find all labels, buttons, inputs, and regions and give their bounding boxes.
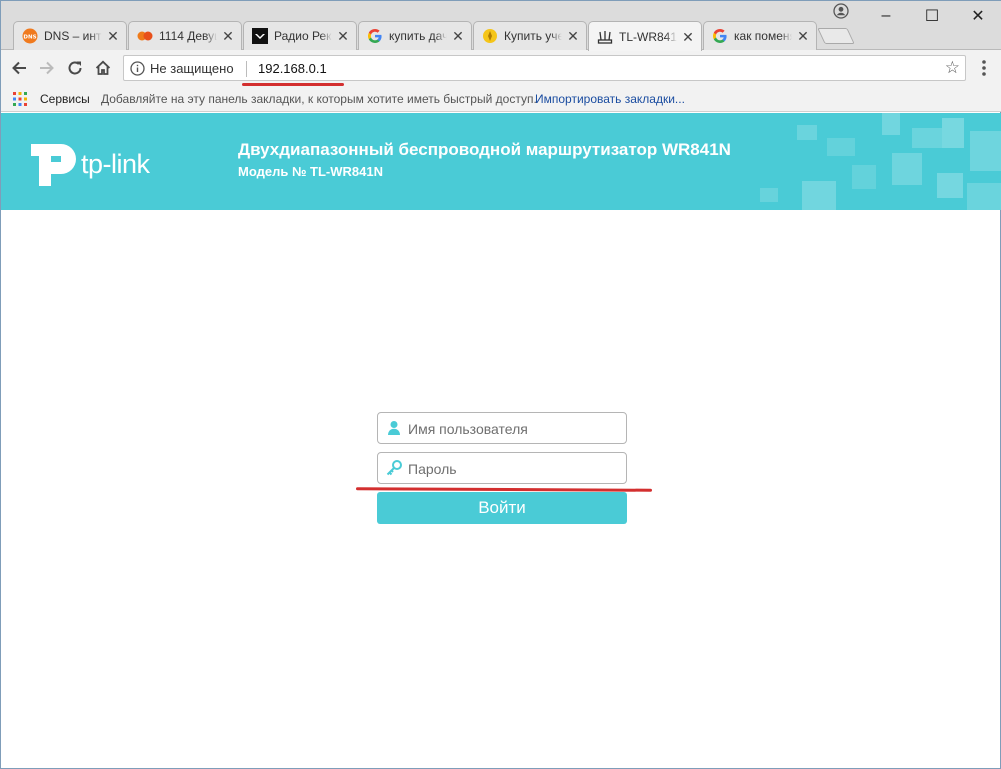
import-bookmarks-link[interactable]: Импортировать закладки... — [535, 92, 685, 106]
router-favicon-icon — [597, 29, 613, 45]
radio-favicon-icon — [252, 28, 268, 44]
apps-label[interactable]: Сервисы — [40, 92, 90, 106]
reload-icon[interactable] — [64, 57, 86, 79]
tab-title: TL-WR841N — [619, 29, 677, 44]
brand-name: tp-link — [81, 149, 150, 179]
minimize-button[interactable]: – — [863, 1, 909, 31]
user-profile-icon[interactable] — [833, 3, 849, 19]
username-input[interactable] — [408, 419, 618, 439]
back-icon[interactable] — [8, 57, 30, 79]
maximize-button[interactable]: ☐ — [909, 1, 955, 31]
browser-menu-icon[interactable] — [977, 58, 991, 78]
address-bar[interactable]: Не защищено 192.168.0.1 ☆ — [123, 55, 966, 81]
apps-grid-icon[interactable] — [13, 92, 27, 106]
svg-text:DNS: DNS — [23, 35, 36, 41]
close-tab-icon[interactable]: ✕ — [451, 29, 465, 43]
username-field[interactable] — [377, 412, 627, 444]
info-icon[interactable] — [130, 61, 145, 76]
bookmarks-bar: Сервисы Добавляйте на эту панель закладк… — [1, 87, 1001, 112]
tab-router[interactable]: TL-WR841N ✕ — [588, 21, 702, 51]
tab-title: купить дача — [389, 29, 447, 43]
close-tab-icon[interactable]: ✕ — [336, 29, 350, 43]
router-title: Двухдиапазонный беспроводной маршрутизат… — [238, 140, 731, 159]
orange-dots-favicon-icon — [137, 28, 153, 44]
google-favicon-icon — [367, 28, 383, 44]
omnibox-divider — [246, 61, 247, 77]
close-tab-icon[interactable]: ✕ — [566, 29, 580, 43]
home-icon[interactable] — [92, 57, 114, 79]
password-field[interactable] — [377, 452, 627, 484]
google-favicon-icon — [712, 28, 728, 44]
dns-favicon-icon: DNS — [22, 28, 38, 44]
tab-title: как поменять — [734, 29, 792, 43]
new-tab-button[interactable] — [817, 28, 855, 44]
yellow-favicon-icon — [482, 28, 498, 44]
close-tab-icon[interactable]: ✕ — [681, 30, 695, 44]
close-tab-icon[interactable]: ✕ — [221, 29, 235, 43]
security-label[interactable]: Не защищено — [150, 61, 234, 76]
tab-1114[interactable]: 1114 Девушки ✕ — [128, 21, 242, 50]
user-icon — [386, 420, 402, 436]
login-button[interactable]: Войти — [377, 492, 627, 524]
bookmarks-hint: Добавляйте на эту панель закладки, к кот… — [101, 92, 537, 106]
tab-textbook[interactable]: Купить учебник ✕ — [473, 21, 587, 50]
password-input[interactable] — [408, 459, 618, 479]
close-tab-icon[interactable]: ✕ — [796, 29, 810, 43]
url-text[interactable]: 192.168.0.1 — [258, 61, 327, 76]
bookmark-star-icon[interactable]: ☆ — [945, 59, 960, 77]
tp-link-logo-icon — [31, 144, 76, 186]
browser-toolbar: Не защищено 192.168.0.1 ☆ — [1, 50, 1001, 87]
router-model: Модель № TL-WR841N — [238, 164, 383, 179]
tab-google-change[interactable]: как поменять ✕ — [703, 21, 817, 50]
url-annotation-underline — [242, 83, 344, 86]
tab-title: Купить учебник — [504, 29, 562, 43]
tab-title: DNS – интернет — [44, 29, 102, 43]
browser-window: DNS DNS – интернет ✕ 1114 Девушки ✕ Ради… — [0, 0, 1001, 769]
forward-icon[interactable] — [36, 57, 58, 79]
tab-title: Радио Рекорд — [274, 29, 332, 43]
close-tab-icon[interactable]: ✕ — [106, 29, 120, 43]
header-decoration — [760, 113, 1001, 210]
tab-dns[interactable]: DNS DNS – интернет ✕ — [13, 21, 127, 50]
key-icon — [386, 460, 402, 476]
tab-title: 1114 Девушки — [159, 29, 217, 43]
close-window-button[interactable]: ✕ — [955, 1, 1001, 31]
router-header: tp-link Двухдиапазонный беспроводной мар… — [1, 113, 1001, 210]
tab-strip: DNS DNS – интернет ✕ 1114 Девушки ✕ Ради… — [1, 1, 1001, 51]
tab-google-dacha[interactable]: купить дача ✕ — [358, 21, 472, 50]
tab-radio[interactable]: Радио Рекорд ✕ — [243, 21, 357, 50]
